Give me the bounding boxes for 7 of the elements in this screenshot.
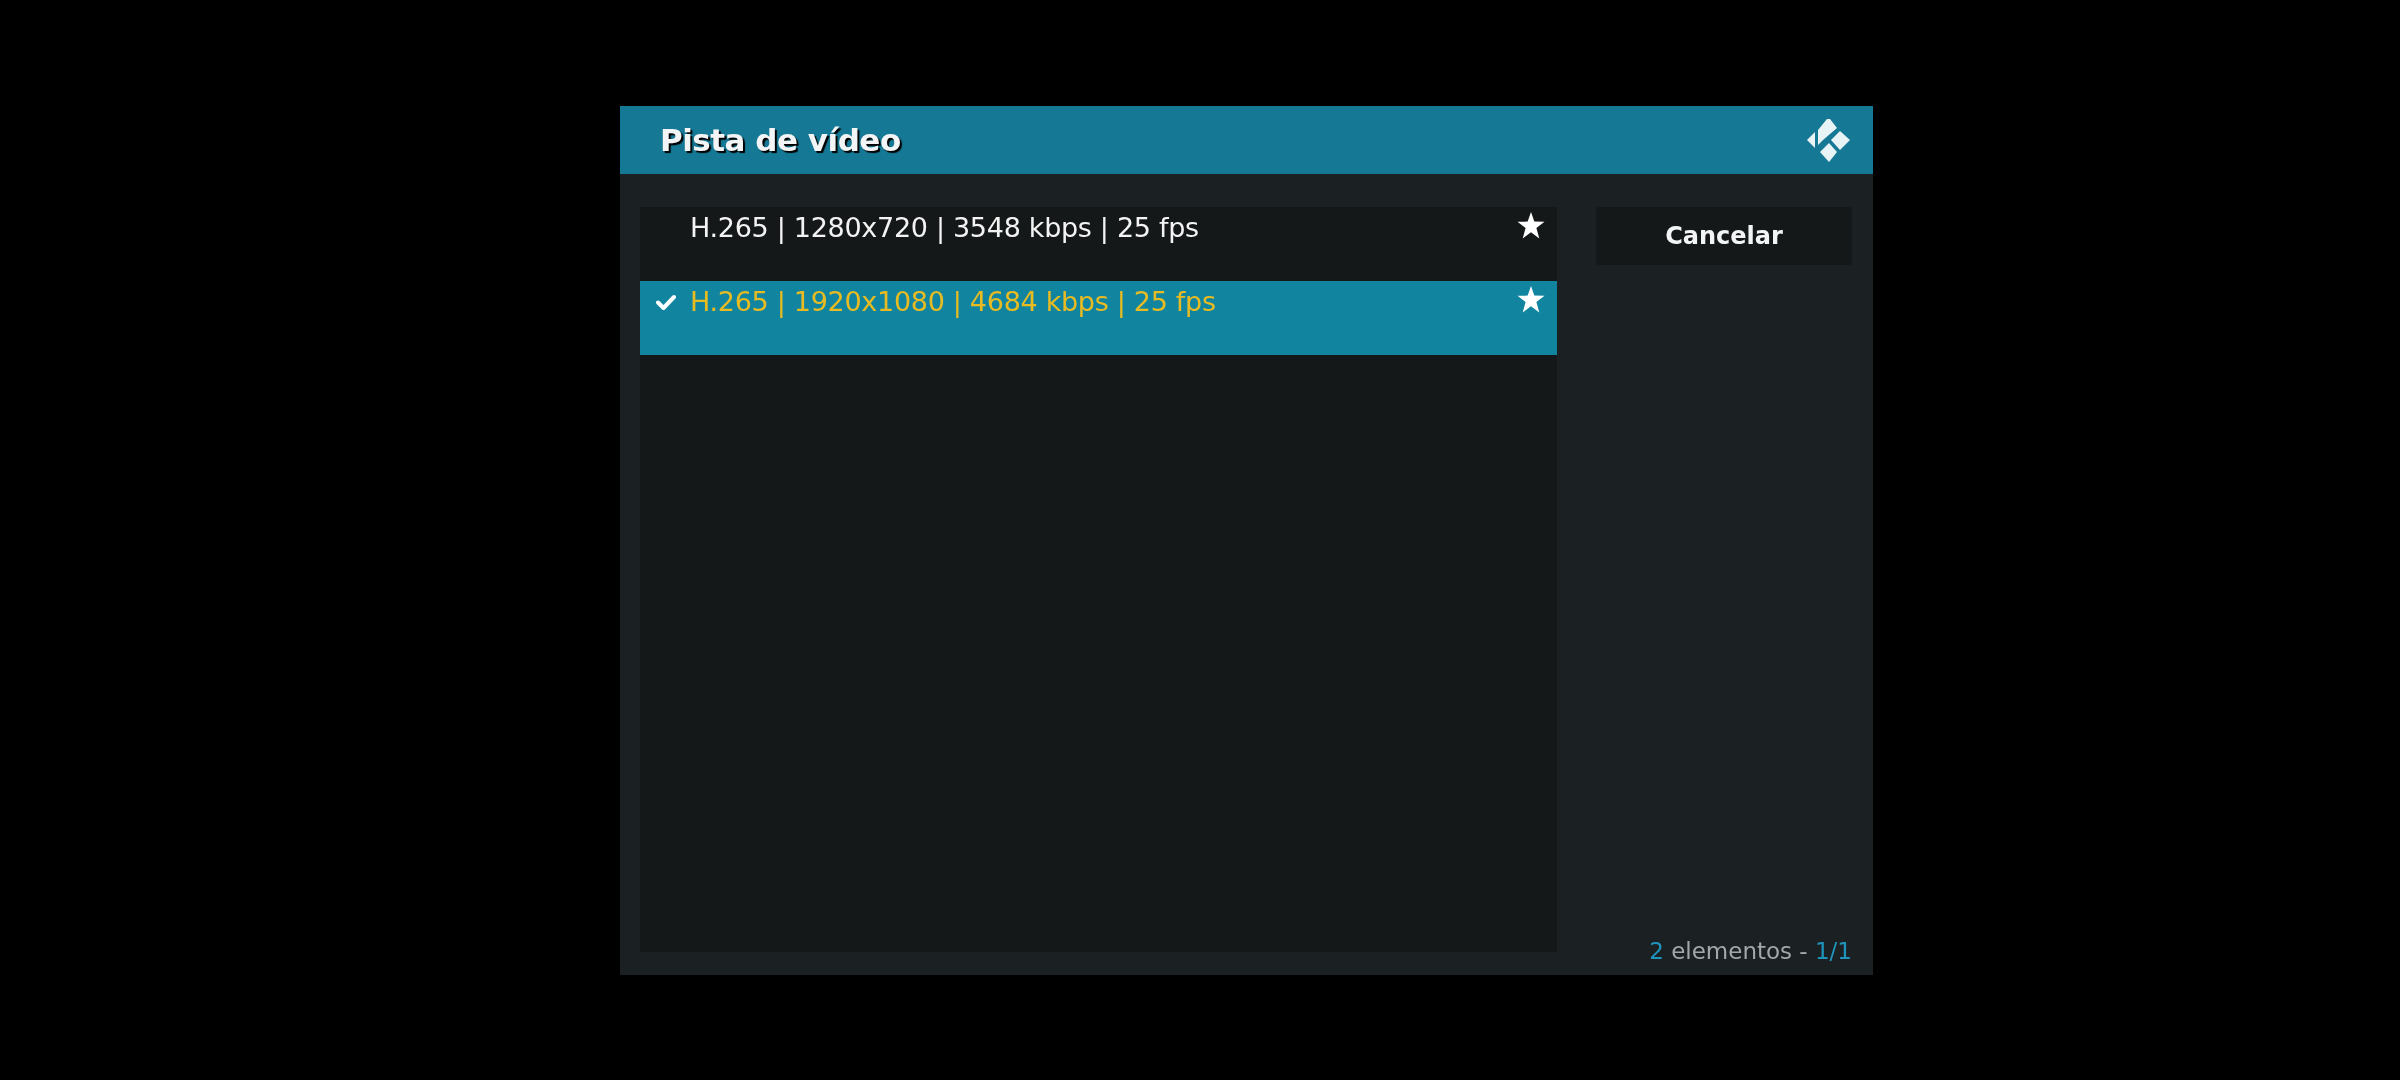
logo-icon (1805, 116, 1853, 164)
cancel-button[interactable]: Cancelar (1596, 207, 1852, 265)
track-label: H.265 | 1280x720 | 3548 kbps | 25 fps (690, 211, 1200, 246)
track-item[interactable]: H.265 | 1280x720 | 3548 kbps | 25 fps (640, 207, 1557, 281)
track-label: H.265 | 1920x1080 | 4684 kbps | 25 fps (690, 285, 1217, 320)
dialog-title: Pista de vídeo (660, 122, 901, 158)
item-count-text: 2 elementos - 1/1 (1648, 937, 1852, 966)
